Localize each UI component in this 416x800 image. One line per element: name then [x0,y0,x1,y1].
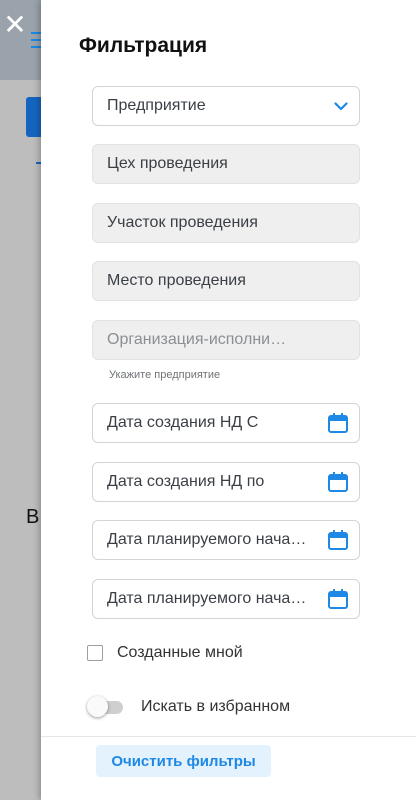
enterprise-select[interactable]: Предприятие [92,86,360,126]
filter-drawer: Фильтрация Предприятие Цех проведения Уч… [41,0,416,800]
calendar-icon[interactable] [327,412,349,434]
calendar-icon[interactable] [327,471,349,493]
created-by-me-label: Созданные мной [117,644,243,661]
planned-start-from-date-field[interactable]: Дата планируемого нача… [92,520,360,560]
search-favorites-label: Искать в избранном [141,698,291,715]
planned-start-from-date-label: Дата планируемого нача… [107,531,307,548]
contractor-field[interactable]: Организация-исполни… [92,320,360,360]
clear-filters-button[interactable]: Очистить фильтры [96,745,271,777]
location-field-value: Место проведения [107,272,246,289]
calendar-icon[interactable] [327,529,349,551]
created-to-date-field[interactable]: Дата создания НД по [92,462,360,502]
workshop-field[interactable]: Цех проведения [92,144,360,184]
contractor-hint: Укажите предприятие [109,369,221,381]
created-by-me-option[interactable]: Созданные мной [87,644,243,662]
created-to-date-label: Дата создания НД по [107,473,265,490]
footer-divider [41,736,416,737]
planned-start-to-date-field[interactable]: Дата планируемого нача… [92,579,360,619]
created-from-date-field[interactable]: Дата создания НД С [92,403,360,443]
contractor-field-placeholder: Организация-исполни… [107,331,287,348]
drawer-title: Фильтрация [79,34,208,57]
search-favorites-toggle[interactable] [87,696,129,718]
section-field[interactable]: Участок проведения [92,203,360,243]
section-field-value: Участок проведения [107,214,258,231]
search-favorites-option[interactable]: Искать в избранном [87,696,290,718]
workshop-field-value: Цех проведения [107,155,228,172]
created-by-me-checkbox[interactable] [87,645,103,661]
calendar-icon[interactable] [327,588,349,610]
enterprise-select-value: Предприятие [107,97,206,114]
chevron-down-icon [333,98,349,114]
background-text: В [26,506,40,528]
location-field[interactable]: Место проведения [92,261,360,301]
planned-start-to-date-label: Дата планируемого нача… [107,590,307,607]
created-from-date-label: Дата создания НД С [107,414,259,431]
close-icon[interactable]: ✕ [2,11,28,39]
